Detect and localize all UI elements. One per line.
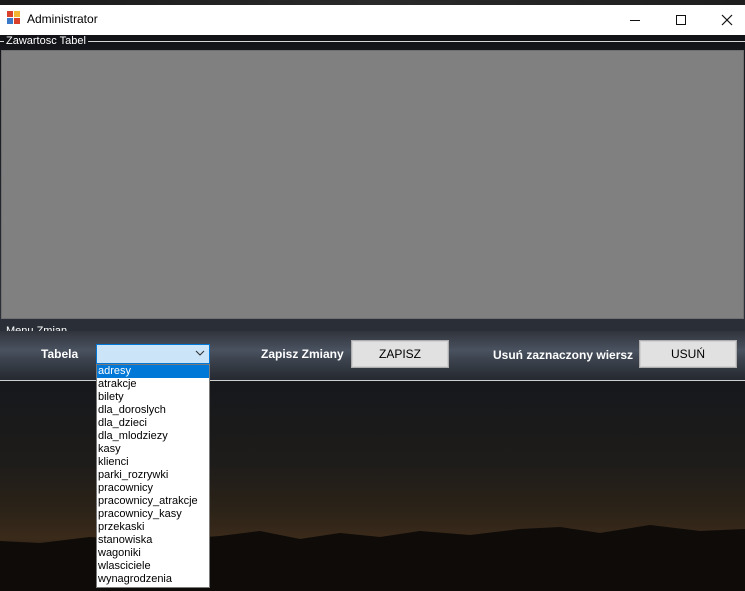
dropdown-option[interactable]: pracownicy xyxy=(97,482,209,495)
dropdown-option[interactable]: przekaski xyxy=(97,521,209,534)
group-border xyxy=(0,41,4,42)
dropdown-option[interactable]: stanowiska xyxy=(97,534,209,547)
dropdown-option[interactable]: dla_dzieci xyxy=(97,417,209,430)
delete-button[interactable]: USUŃ xyxy=(639,340,737,368)
table-label: Tabela xyxy=(41,347,79,361)
dropdown-option[interactable]: parki_rozrywki xyxy=(97,469,209,482)
maximize-icon xyxy=(676,15,686,25)
table-group-legend: Zawartosc Tabel xyxy=(6,35,86,47)
minimize-icon xyxy=(630,19,640,21)
close-button[interactable] xyxy=(704,5,745,35)
dropdown-option[interactable]: dla_mlodziezy xyxy=(97,430,209,443)
dropdown-option[interactable]: bilety xyxy=(97,391,209,404)
dropdown-option[interactable]: wynagrodzenia xyxy=(97,573,209,586)
table-select[interactable] xyxy=(96,344,210,364)
table-dropdown-list[interactable]: adresy atrakcje bilety dla_doroslych dla_dzi… xyxy=(96,364,210,588)
window-title: Administrator xyxy=(27,12,98,26)
group-border xyxy=(88,41,745,42)
dropdown-option[interactable]: klienci xyxy=(97,456,209,469)
minimize-button[interactable] xyxy=(612,5,658,35)
main-content: Zawartosc Tabel Menu Zmian Tabela Zapisz… xyxy=(0,35,745,591)
delete-label: Usuń zaznaczony wiersz xyxy=(493,348,634,362)
dropdown-option[interactable]: atrakcje xyxy=(97,378,209,391)
title-bar[interactable]: Administrator xyxy=(0,5,745,35)
chevron-down-icon[interactable] xyxy=(194,347,206,361)
dropdown-option[interactable]: adresy xyxy=(97,365,209,378)
dropdown-option[interactable]: pracownicy_kasy xyxy=(97,508,209,521)
data-grid[interactable] xyxy=(1,50,744,319)
close-icon xyxy=(721,14,733,26)
dropdown-option[interactable]: dla_doroslych xyxy=(97,404,209,417)
dropdown-option[interactable]: kasy xyxy=(97,443,209,456)
maximize-button[interactable] xyxy=(658,5,704,35)
app-icon xyxy=(7,11,21,25)
dropdown-option[interactable]: wagoniki xyxy=(97,547,209,560)
dropdown-option[interactable]: pracownicy_atrakcje xyxy=(97,495,209,508)
save-label: Zapisz Zmiany xyxy=(261,347,344,361)
dropdown-option[interactable]: wlasciciele xyxy=(97,560,209,573)
save-button[interactable]: ZAPISZ xyxy=(351,340,449,368)
